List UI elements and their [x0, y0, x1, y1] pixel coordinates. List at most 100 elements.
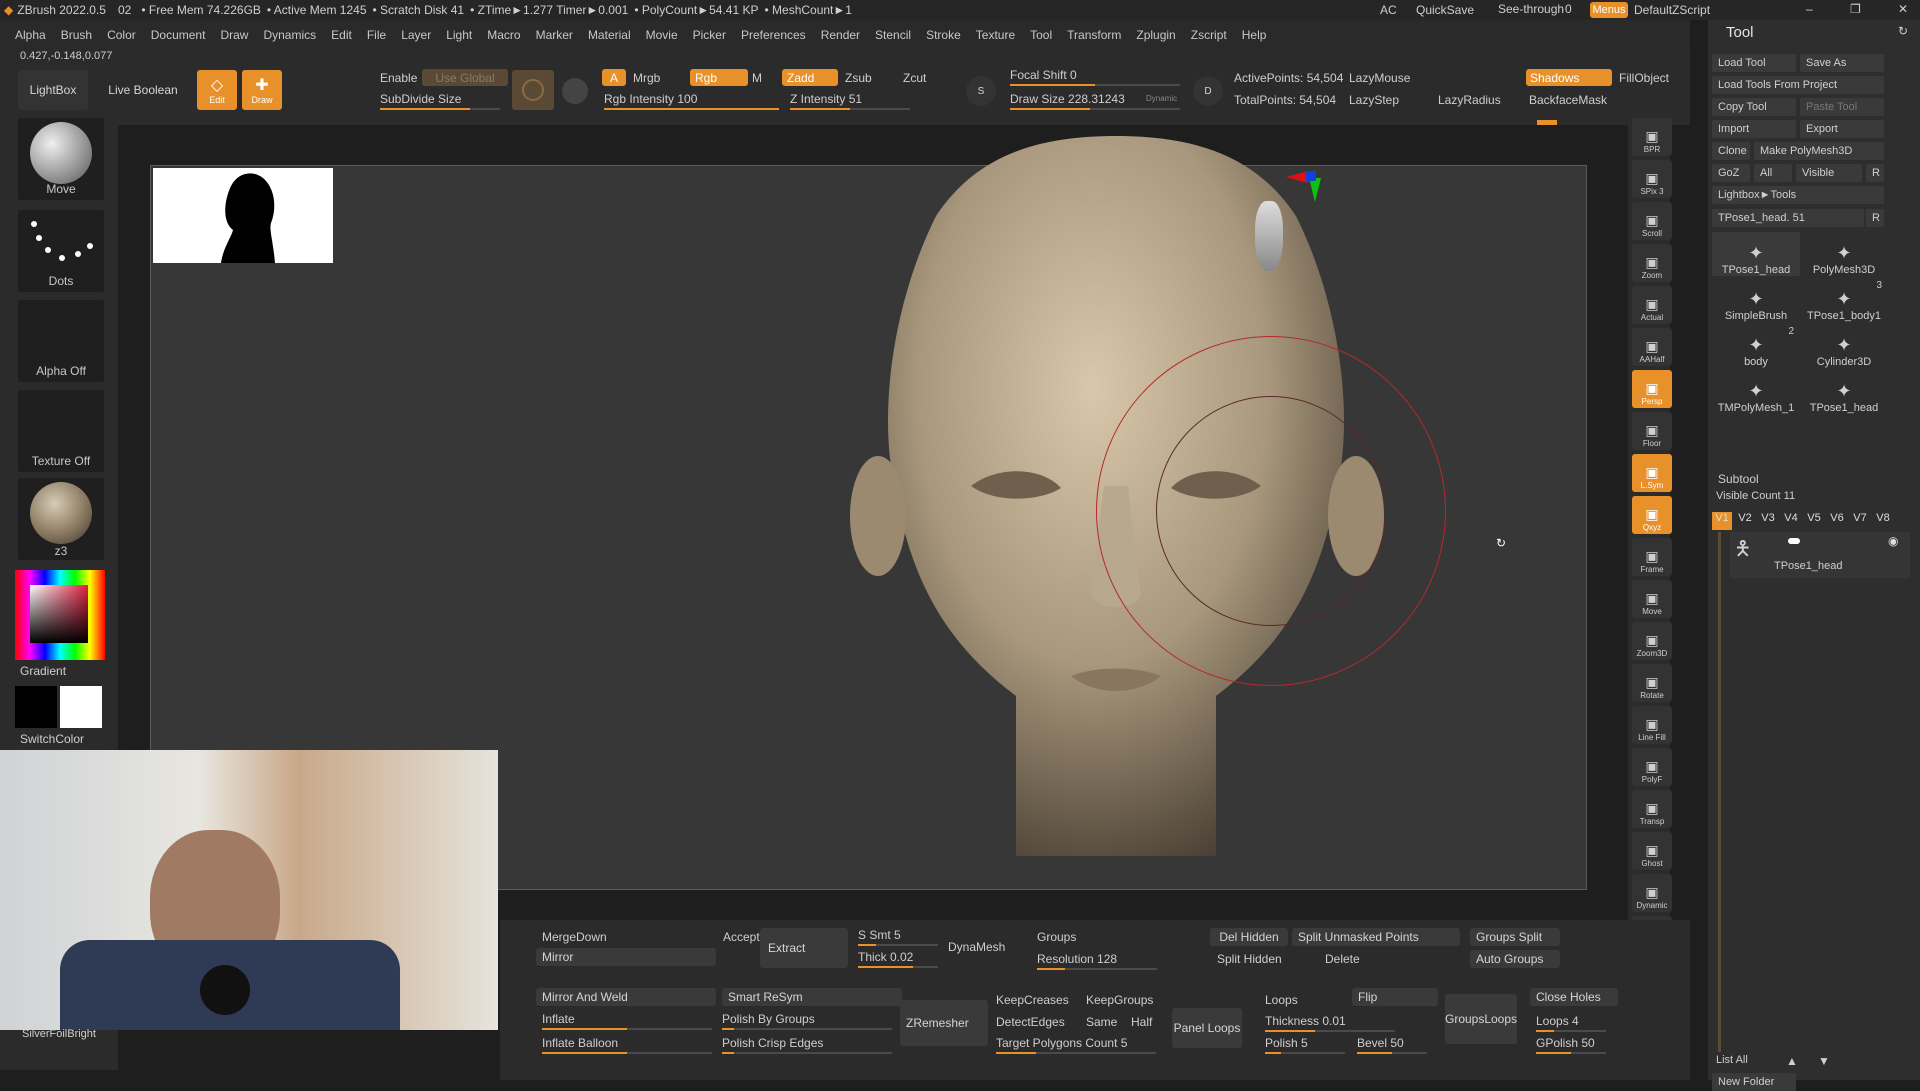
subtool-tab-v4[interactable]: V4: [1781, 512, 1801, 530]
tool-thumb[interactable]: ✦ TPose1_head: [1712, 232, 1800, 276]
z-intensity-slider[interactable]: Z Intensity 51: [790, 92, 862, 106]
menu-layer[interactable]: Layer: [401, 28, 431, 42]
shelf-qxyz-button[interactable]: ▣ Qxyz: [1632, 496, 1672, 534]
thickness-slider[interactable]: Thickness 0.01: [1265, 1014, 1346, 1028]
zremesher-button[interactable]: ZRemesher: [900, 1000, 988, 1046]
shelf-line-fill-button[interactable]: ▣ Line Fill: [1632, 706, 1672, 744]
live-boolean-button[interactable]: Live Boolean: [102, 70, 184, 110]
inflate-slider[interactable]: Inflate: [542, 1012, 575, 1026]
stroke-slot[interactable]: Dots: [18, 210, 104, 292]
menu-help[interactable]: Help: [1242, 28, 1267, 42]
gpolish-slider[interactable]: GPolish 50: [1536, 1036, 1595, 1050]
restore-icon[interactable]: ❐: [1850, 2, 1861, 16]
split-hidden-button[interactable]: Split Hidden: [1217, 952, 1282, 966]
arrow-down-icon[interactable]: ▼: [1818, 1054, 1830, 1068]
menu-render[interactable]: Render: [821, 28, 860, 42]
gradient-label[interactable]: Gradient: [20, 664, 66, 678]
tool-thumb[interactable]: ✦ body 2: [1712, 324, 1800, 368]
backfacemask-toggle[interactable]: BackfaceMask: [1529, 93, 1607, 107]
menu-preferences[interactable]: Preferences: [741, 28, 806, 42]
visibility-toggle-icon[interactable]: [1788, 538, 1800, 544]
tool-thumb[interactable]: ✦ TMPolyMesh_1: [1712, 370, 1800, 414]
mirror-and-weld-button[interactable]: Mirror And Weld: [536, 988, 716, 1006]
shelf-floor-button[interactable]: ▣ Floor: [1632, 412, 1672, 450]
copy-tool-button[interactable]: Copy Tool: [1712, 98, 1796, 116]
split-unmasked-button[interactable]: Split Unmasked Points: [1292, 928, 1460, 946]
subtool-tab-v7[interactable]: V7: [1850, 512, 1870, 530]
tool-thumb[interactable]: ✦ PolyMesh3D: [1800, 232, 1888, 276]
shelf-polyf-button[interactable]: ▣ PolyF: [1632, 748, 1672, 786]
menu-alpha[interactable]: Alpha: [15, 28, 46, 42]
menu-edit[interactable]: Edit: [331, 28, 352, 42]
subtool-tab-v1[interactable]: V1: [1712, 512, 1732, 530]
smart-resym-button[interactable]: Smart ReSym: [722, 988, 902, 1006]
clone-button[interactable]: Clone: [1712, 142, 1750, 160]
shelf-persp-button[interactable]: ▣ Persp: [1632, 370, 1672, 408]
subtool-tab-v8[interactable]: V8: [1873, 512, 1893, 530]
delete-button[interactable]: Delete: [1325, 952, 1360, 966]
a-toggle[interactable]: A: [602, 69, 626, 86]
groupsloops-button[interactable]: GroupsLoops: [1445, 994, 1517, 1044]
draw-size-slider[interactable]: Draw Size 228.31243: [1010, 92, 1125, 106]
eye-icon[interactable]: ◉: [1888, 534, 1898, 548]
load-from-project-button[interactable]: Load Tools From Project: [1712, 76, 1884, 94]
seethrough-slider[interactable]: See-through: [1498, 2, 1564, 16]
lightbox-s-icon[interactable]: S: [966, 76, 996, 106]
menu-marker[interactable]: Marker: [536, 28, 573, 42]
menu-stroke[interactable]: Stroke: [926, 28, 961, 42]
load-tool-button[interactable]: Load Tool: [1712, 54, 1796, 72]
material-slot[interactable]: z3: [18, 478, 104, 560]
shelf-ghost-button[interactable]: ▣ Ghost: [1632, 832, 1672, 870]
primary-color-swatch[interactable]: [60, 686, 102, 728]
goz-visible-button[interactable]: Visible: [1796, 164, 1862, 182]
subtool-tab-v3[interactable]: V3: [1758, 512, 1778, 530]
subtool-tab-v6[interactable]: V6: [1827, 512, 1847, 530]
subtool-header[interactable]: Subtool: [1718, 472, 1759, 486]
spotlight-icon[interactable]: [562, 78, 588, 104]
dynamesh-button[interactable]: DynaMesh: [948, 940, 1005, 954]
same-toggle[interactable]: Same: [1086, 1015, 1117, 1029]
menu-zscript[interactable]: Zscript: [1191, 28, 1227, 42]
save-as-button[interactable]: Save As: [1800, 54, 1884, 72]
shelf-dynamic-button[interactable]: ▣ Dynamic: [1632, 874, 1672, 912]
draw-button[interactable]: ✚ Draw: [242, 70, 282, 110]
shelf-l-sym-button[interactable]: ▣ L.Sym: [1632, 454, 1672, 492]
arrow-up-icon[interactable]: ▲: [1786, 1054, 1798, 1068]
goz-all-button[interactable]: All: [1754, 164, 1792, 182]
s-smt-slider[interactable]: S Smt 5: [858, 928, 901, 942]
orientation-gizmo-icon[interactable]: [1241, 201, 1301, 281]
groups-button[interactable]: Groups: [1037, 930, 1076, 944]
menu-tool[interactable]: Tool: [1030, 28, 1052, 42]
lazymouse-toggle[interactable]: LazyMouse: [1349, 71, 1410, 85]
menu-file[interactable]: File: [367, 28, 386, 42]
loops-4-slider[interactable]: Loops 4: [1536, 1014, 1579, 1028]
target-polygons-slider[interactable]: Target Polygons Count 5: [996, 1036, 1127, 1050]
polish-crisp-edges-slider[interactable]: Polish Crisp Edges: [722, 1036, 823, 1050]
mirror-button[interactable]: Mirror: [536, 948, 716, 966]
shelf-spix-3-button[interactable]: ▣ SPix 3: [1632, 160, 1672, 198]
polish-slider[interactable]: Polish 5: [1265, 1036, 1308, 1050]
groups-split-button[interactable]: Groups Split: [1470, 928, 1560, 946]
shelf-aahalf-button[interactable]: ▣ AAHalf: [1632, 328, 1672, 366]
accept-button[interactable]: Accept: [723, 930, 760, 944]
menu-brush[interactable]: Brush: [61, 28, 92, 42]
mrgb-toggle[interactable]: Mrgb: [633, 71, 660, 85]
menu-draw[interactable]: Draw: [220, 28, 248, 42]
mergedown-button[interactable]: MergeDown: [542, 930, 607, 944]
secondary-color-swatch[interactable]: [15, 686, 57, 728]
shelf-zoom-button[interactable]: ▣ Zoom: [1632, 244, 1672, 282]
color-square[interactable]: [30, 585, 88, 643]
menu-dynamics[interactable]: Dynamics: [263, 28, 316, 42]
shelf-transp-button[interactable]: ▣ Transp: [1632, 790, 1672, 828]
menu-light[interactable]: Light: [446, 28, 472, 42]
menu-macro[interactable]: Macro: [487, 28, 520, 42]
menu-movie[interactable]: Movie: [646, 28, 678, 42]
minimize-icon[interactable]: –: [1806, 2, 1813, 16]
color-picker[interactable]: [15, 570, 105, 660]
tool-thumb[interactable]: ✦ SimpleBrush: [1712, 278, 1800, 322]
tool-thumb[interactable]: ✦ TPose1_head: [1800, 370, 1888, 414]
panel-loops-button[interactable]: Panel Loops: [1172, 1008, 1242, 1048]
flip-button[interactable]: Flip: [1352, 988, 1438, 1006]
export-button[interactable]: Export: [1800, 120, 1884, 138]
tool-thumb[interactable]: ✦ Cylinder3D: [1800, 324, 1888, 368]
